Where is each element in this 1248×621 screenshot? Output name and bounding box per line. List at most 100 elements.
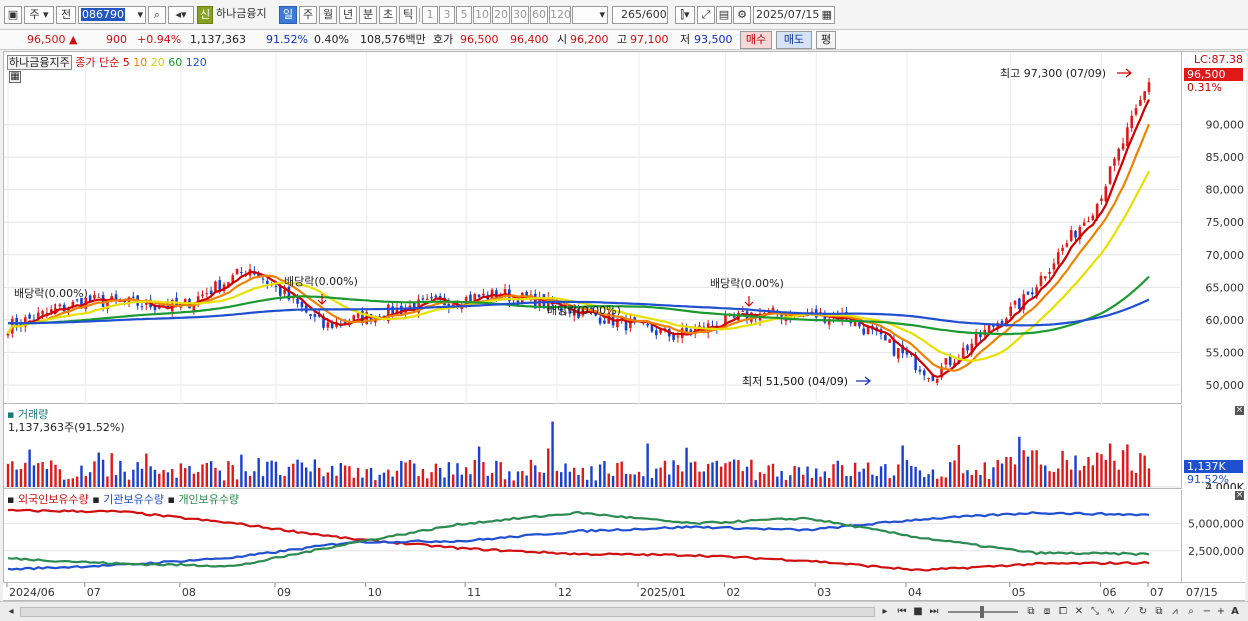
candle	[1026, 291, 1030, 295]
volume-bar	[754, 480, 757, 487]
holders-pane[interactable]: 2,500,000 5,000,000 ▪ 외국인보유수량 ▪ 기관보유수량 ▪ …	[4, 490, 1246, 582]
count-total: /600	[642, 8, 667, 21]
date-input[interactable]: 2025/07/15 ▦	[753, 6, 835, 24]
interval-120[interactable]: 120	[549, 6, 571, 24]
candle	[88, 295, 92, 302]
candle	[421, 298, 425, 300]
volume-bar	[434, 463, 438, 487]
window-icon[interactable]: ▣	[4, 6, 22, 24]
volume-bar	[892, 475, 896, 487]
period-tick-tab[interactable]: 틱	[399, 6, 417, 24]
candle	[1143, 91, 1146, 100]
text-tool-icon[interactable]: A	[1228, 605, 1242, 619]
candle-type-icon[interactable]: ⫿▾	[675, 6, 695, 24]
volume-bar	[810, 477, 814, 487]
stock-title[interactable]: 하나금융지주	[7, 55, 72, 70]
period-second-tab[interactable]: 초	[379, 6, 397, 24]
cross-icon[interactable]: ✕	[1072, 605, 1086, 619]
first-icon[interactable]: ⏮	[895, 605, 909, 619]
interval-60[interactable]: 60	[530, 6, 548, 24]
grid-toggle-icon[interactable]: ▦	[9, 71, 21, 83]
price-pane[interactable]: 50,000 55,000 60,000 65,000 70,000 75,000 80,0…	[4, 52, 1246, 404]
candle	[1009, 306, 1012, 317]
close-icon[interactable]: ×	[1235, 406, 1244, 415]
window-icon[interactable]: ⧠	[1056, 605, 1070, 619]
draw-tool-icon[interactable]: ⤢	[697, 6, 715, 24]
volume-bar	[486, 475, 489, 487]
zoom-slider-handle[interactable]	[980, 606, 984, 618]
volume-bar	[438, 468, 442, 487]
period-day-tab[interactable]: 일	[279, 6, 297, 24]
speaker-icon[interactable]: ◂▾	[168, 6, 194, 24]
volume-bar	[672, 460, 675, 487]
count-input[interactable]: 265/600	[612, 6, 668, 24]
scroll-right-icon[interactable]: ▸	[878, 605, 892, 619]
period-year-tab[interactable]: 년	[339, 6, 357, 24]
prefix-button[interactable]: 전	[56, 6, 76, 24]
volume-bar	[659, 467, 662, 487]
trend-icon[interactable]: ⤡	[1088, 605, 1102, 619]
x-tick-label: 08	[182, 586, 196, 599]
market-select[interactable]: 주 ▾	[24, 6, 54, 24]
volume-bar	[499, 462, 502, 487]
price-axis: 50,000 55,000 60,000 65,000 70,000 75,000 80,0…	[1181, 52, 1246, 404]
search-icon[interactable]: ⌕	[148, 6, 166, 24]
individual-holdings-label: 개인보유수량	[178, 493, 240, 506]
candle	[1139, 100, 1142, 106]
chart-area[interactable]: 50,000 55,000 60,000 65,000 70,000 75,000 80,0…	[3, 51, 1246, 601]
volume-bar	[706, 463, 710, 487]
candle	[1108, 166, 1112, 184]
horizontal-scrollbar[interactable]	[20, 607, 875, 617]
last-icon[interactable]: ⏭	[927, 605, 941, 619]
wave-icon[interactable]: ∿	[1104, 605, 1118, 619]
period-week-tab[interactable]: 주	[299, 6, 317, 24]
volume-bar	[84, 476, 87, 487]
eval-button[interactable]: 평	[816, 31, 836, 49]
interval-20[interactable]: 20	[492, 6, 510, 24]
interval-input[interactable]: ▾	[572, 6, 608, 24]
code-input[interactable]: 086790 ▾	[78, 6, 146, 24]
volume-bar	[953, 460, 956, 487]
buy-button[interactable]: 매수	[740, 31, 772, 49]
volume-bar	[184, 468, 187, 487]
x-tick-label: 2024/06	[9, 586, 55, 599]
volume-bar	[58, 469, 62, 487]
zoom-out-icon[interactable]: −	[1200, 605, 1214, 619]
y-tick-label: 60,000	[1206, 314, 1245, 327]
volume-bar	[521, 470, 524, 487]
high-annotation: 최고 97,300 (07/09)	[1000, 67, 1107, 80]
volume-bar	[192, 473, 196, 487]
interval-3[interactable]: 3	[439, 6, 455, 24]
candle	[434, 295, 438, 298]
shin-badge[interactable]: 신	[197, 6, 213, 24]
copy-icon[interactable]: ⧉	[1152, 605, 1166, 619]
volume-bar	[538, 472, 541, 487]
save-icon[interactable]: ▤	[716, 6, 732, 24]
layout-icon[interactable]: ⧉	[1024, 605, 1038, 619]
volume-bar	[560, 472, 563, 487]
candle	[283, 289, 286, 294]
period-minute-tab[interactable]: 분	[359, 6, 377, 24]
interval-1[interactable]: 1	[422, 6, 438, 24]
volume-bar	[879, 466, 883, 487]
gear-icon[interactable]: ⚙	[733, 6, 751, 24]
close-icon[interactable]: ×	[1235, 491, 1244, 500]
volume-bar	[1121, 450, 1125, 487]
indicator-icon[interactable]: ⩘	[1168, 605, 1182, 619]
sell-button[interactable]: 매도	[776, 31, 812, 49]
volume-pane[interactable]: 2,000K 4,000K ▪ 거래량 1,137,363주(91.52%) 1,…	[4, 405, 1246, 494]
interval-30[interactable]: 30	[511, 6, 529, 24]
zoom-in-icon[interactable]: +	[1214, 605, 1228, 619]
search-icon[interactable]: ⌕	[1184, 605, 1198, 619]
volume-bar	[417, 476, 420, 487]
candle	[654, 330, 658, 336]
refresh-icon[interactable]: ↻	[1136, 605, 1150, 619]
market-label: 주	[29, 8, 40, 21]
scroll-left-icon[interactable]: ◂	[4, 605, 18, 619]
line-icon[interactable]: ⁄	[1120, 605, 1134, 619]
interval-10[interactable]: 10	[473, 6, 491, 24]
period-month-tab[interactable]: 월	[319, 6, 337, 24]
stop-icon[interactable]: ■	[911, 605, 925, 619]
compare-icon[interactable]: ⧈	[1040, 605, 1054, 619]
interval-5[interactable]: 5	[456, 6, 472, 24]
